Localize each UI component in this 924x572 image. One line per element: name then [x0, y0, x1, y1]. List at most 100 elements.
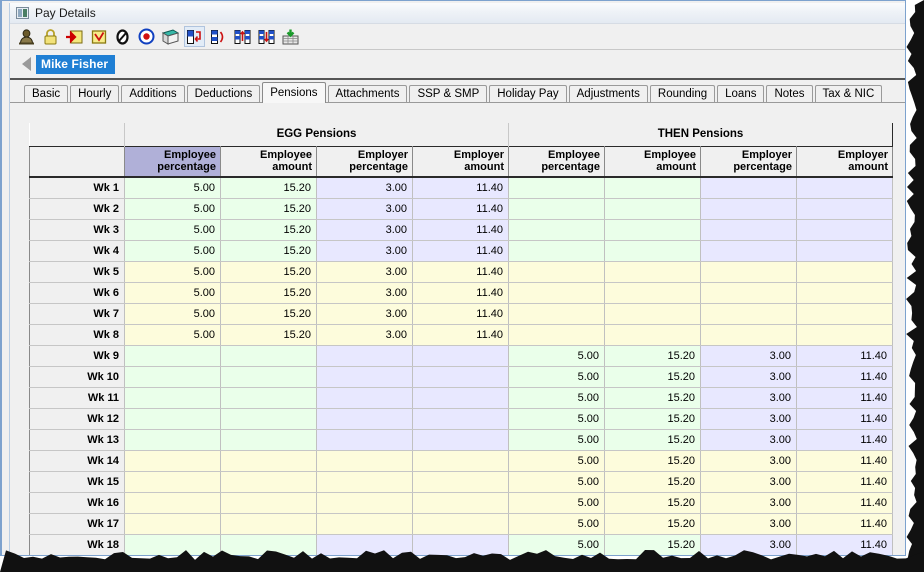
row-header-week[interactable]: Wk 9 [29, 344, 125, 367]
grid-cell[interactable] [508, 324, 606, 346]
row-header-week[interactable]: Wk 1 [29, 176, 125, 199]
grid-cell[interactable] [700, 177, 798, 199]
grid-cell[interactable] [124, 471, 221, 493]
grid-cell[interactable]: 5.00 [124, 324, 221, 346]
grid-cell[interactable]: 3.00 [316, 240, 413, 262]
grid-cell[interactable] [796, 324, 893, 346]
grid-cell[interactable]: 5.00 [124, 261, 221, 283]
grid-cell[interactable]: 5.00 [508, 492, 606, 514]
grid-cell[interactable] [604, 240, 702, 262]
grid-cell[interactable]: 11.40 [412, 303, 510, 325]
columns-down-icon[interactable] [256, 26, 277, 47]
table-row[interactable]: Wk 6 5.00 15.20 3.00 11.40 [29, 281, 893, 304]
col-header-egg-employee-amount[interactable]: Employee amount [220, 145, 317, 178]
row-header-week[interactable]: Wk 5 [29, 260, 125, 283]
table-row[interactable]: Wk 13 5.00 15.20 3.00 11.40 [29, 428, 893, 451]
tab-ssp-smp[interactable]: SSP & SMP [409, 85, 488, 102]
grid-cell[interactable]: 3.00 [700, 534, 798, 555]
row-header-week[interactable]: Wk 18 [29, 533, 125, 555]
checklist-icon[interactable] [88, 26, 109, 47]
grid-cell[interactable]: 15.20 [220, 261, 317, 283]
grid-cell[interactable]: 15.20 [220, 324, 317, 346]
col-header-egg-employer-percentage[interactable]: Employer percentage [316, 145, 413, 178]
grid-cell[interactable]: 11.40 [796, 429, 893, 451]
tab-pensions[interactable]: Pensions [262, 82, 326, 103]
grid-cell[interactable] [796, 198, 893, 220]
grid-cell[interactable]: 3.00 [316, 177, 413, 199]
grid-cell[interactable]: 11.40 [796, 366, 893, 388]
table-row[interactable]: Wk 5 5.00 15.20 3.00 11.40 [29, 260, 893, 283]
grid-cell[interactable] [412, 408, 510, 430]
grid-cell[interactable]: 5.00 [124, 282, 221, 304]
grid-cell[interactable]: 3.00 [700, 429, 798, 451]
table-row[interactable]: Wk 8 5.00 15.20 3.00 11.40 [29, 323, 893, 346]
tab-adjustments[interactable]: Adjustments [568, 85, 648, 102]
grid-cell[interactable]: 3.00 [316, 219, 413, 241]
grid-cell[interactable] [508, 219, 606, 241]
row-header-week[interactable]: Wk 16 [29, 491, 125, 514]
columns-up-icon[interactable] [232, 26, 253, 47]
grid-cell[interactable] [412, 513, 510, 535]
grid-cell[interactable] [796, 282, 893, 304]
grid-cell[interactable] [220, 450, 317, 472]
column-return-icon[interactable] [184, 26, 205, 47]
grid-cell[interactable]: 3.00 [316, 324, 413, 346]
grid-cell[interactable]: 15.20 [604, 387, 702, 409]
grid-cell[interactable]: 3.00 [316, 303, 413, 325]
pensions-grid-scroll-area[interactable]: EGG Pensions THEN Pensions Employee perc… [29, 123, 893, 555]
grid-cell[interactable]: 3.00 [700, 492, 798, 514]
grid-cell[interactable] [220, 366, 317, 388]
grid-cell[interactable]: 11.40 [412, 240, 510, 262]
grid-cell[interactable] [316, 366, 413, 388]
row-header-week[interactable]: Wk 8 [29, 323, 125, 346]
table-row[interactable]: Wk 11 5.00 15.20 3.00 11.40 [29, 386, 893, 409]
grid-cell[interactable]: 3.00 [316, 282, 413, 304]
grid-cell[interactable] [412, 387, 510, 409]
grid-cell[interactable] [316, 534, 413, 555]
grid-cell[interactable] [220, 345, 317, 367]
grid-cell[interactable]: 11.40 [796, 387, 893, 409]
grid-cell[interactable] [412, 471, 510, 493]
employee-name-badge[interactable]: Mike Fisher [36, 54, 116, 74]
grid-cell[interactable]: 15.20 [220, 303, 317, 325]
grid-cell[interactable]: 11.40 [796, 450, 893, 472]
table-row[interactable]: Wk 4 5.00 15.20 3.00 11.40 [29, 239, 893, 262]
grid-cell[interactable] [124, 534, 221, 555]
grid-cell[interactable] [604, 282, 702, 304]
grid-cell[interactable]: 3.00 [316, 261, 413, 283]
grid-cell[interactable] [316, 471, 413, 493]
column-loop-icon[interactable] [208, 26, 229, 47]
table-row[interactable]: Wk 2 5.00 15.20 3.00 11.40 [29, 197, 893, 220]
grid-cell[interactable]: 15.20 [220, 198, 317, 220]
col-header-then-employee-amount[interactable]: Employee amount [604, 145, 702, 178]
grid-cell[interactable] [316, 408, 413, 430]
table-row[interactable]: Wk 1 5.00 15.20 3.00 11.40 [29, 176, 893, 199]
grid-cell[interactable] [124, 492, 221, 514]
grid-cell[interactable]: 5.00 [124, 219, 221, 241]
grid-cell[interactable] [796, 219, 893, 241]
grid-cell[interactable]: 5.00 [124, 177, 221, 199]
grid-cell[interactable] [124, 450, 221, 472]
grid-cell[interactable] [124, 345, 221, 367]
grid-cell[interactable] [604, 177, 702, 199]
grid-cell[interactable]: 15.20 [604, 429, 702, 451]
grid-cell[interactable] [316, 492, 413, 514]
grid-cell[interactable] [316, 450, 413, 472]
row-header-week[interactable]: Wk 14 [29, 449, 125, 472]
row-header-week[interactable]: Wk 2 [29, 197, 125, 220]
row-header-week[interactable]: Wk 7 [29, 302, 125, 325]
grid-cell[interactable] [700, 303, 798, 325]
note-add-icon[interactable] [64, 26, 85, 47]
row-header-week[interactable]: Wk 6 [29, 281, 125, 304]
grid-cell[interactable] [124, 513, 221, 535]
book-icon[interactable] [160, 26, 181, 47]
grid-cell[interactable]: 3.00 [700, 345, 798, 367]
grid-cell[interactable] [700, 240, 798, 262]
grid-cell[interactable] [604, 303, 702, 325]
grid-cell[interactable]: 15.20 [604, 366, 702, 388]
grid-cell[interactable] [316, 345, 413, 367]
grid-cell[interactable] [124, 408, 221, 430]
grid-cell[interactable] [700, 219, 798, 241]
grid-cell[interactable] [508, 261, 606, 283]
row-header-week[interactable]: Wk 13 [29, 428, 125, 451]
